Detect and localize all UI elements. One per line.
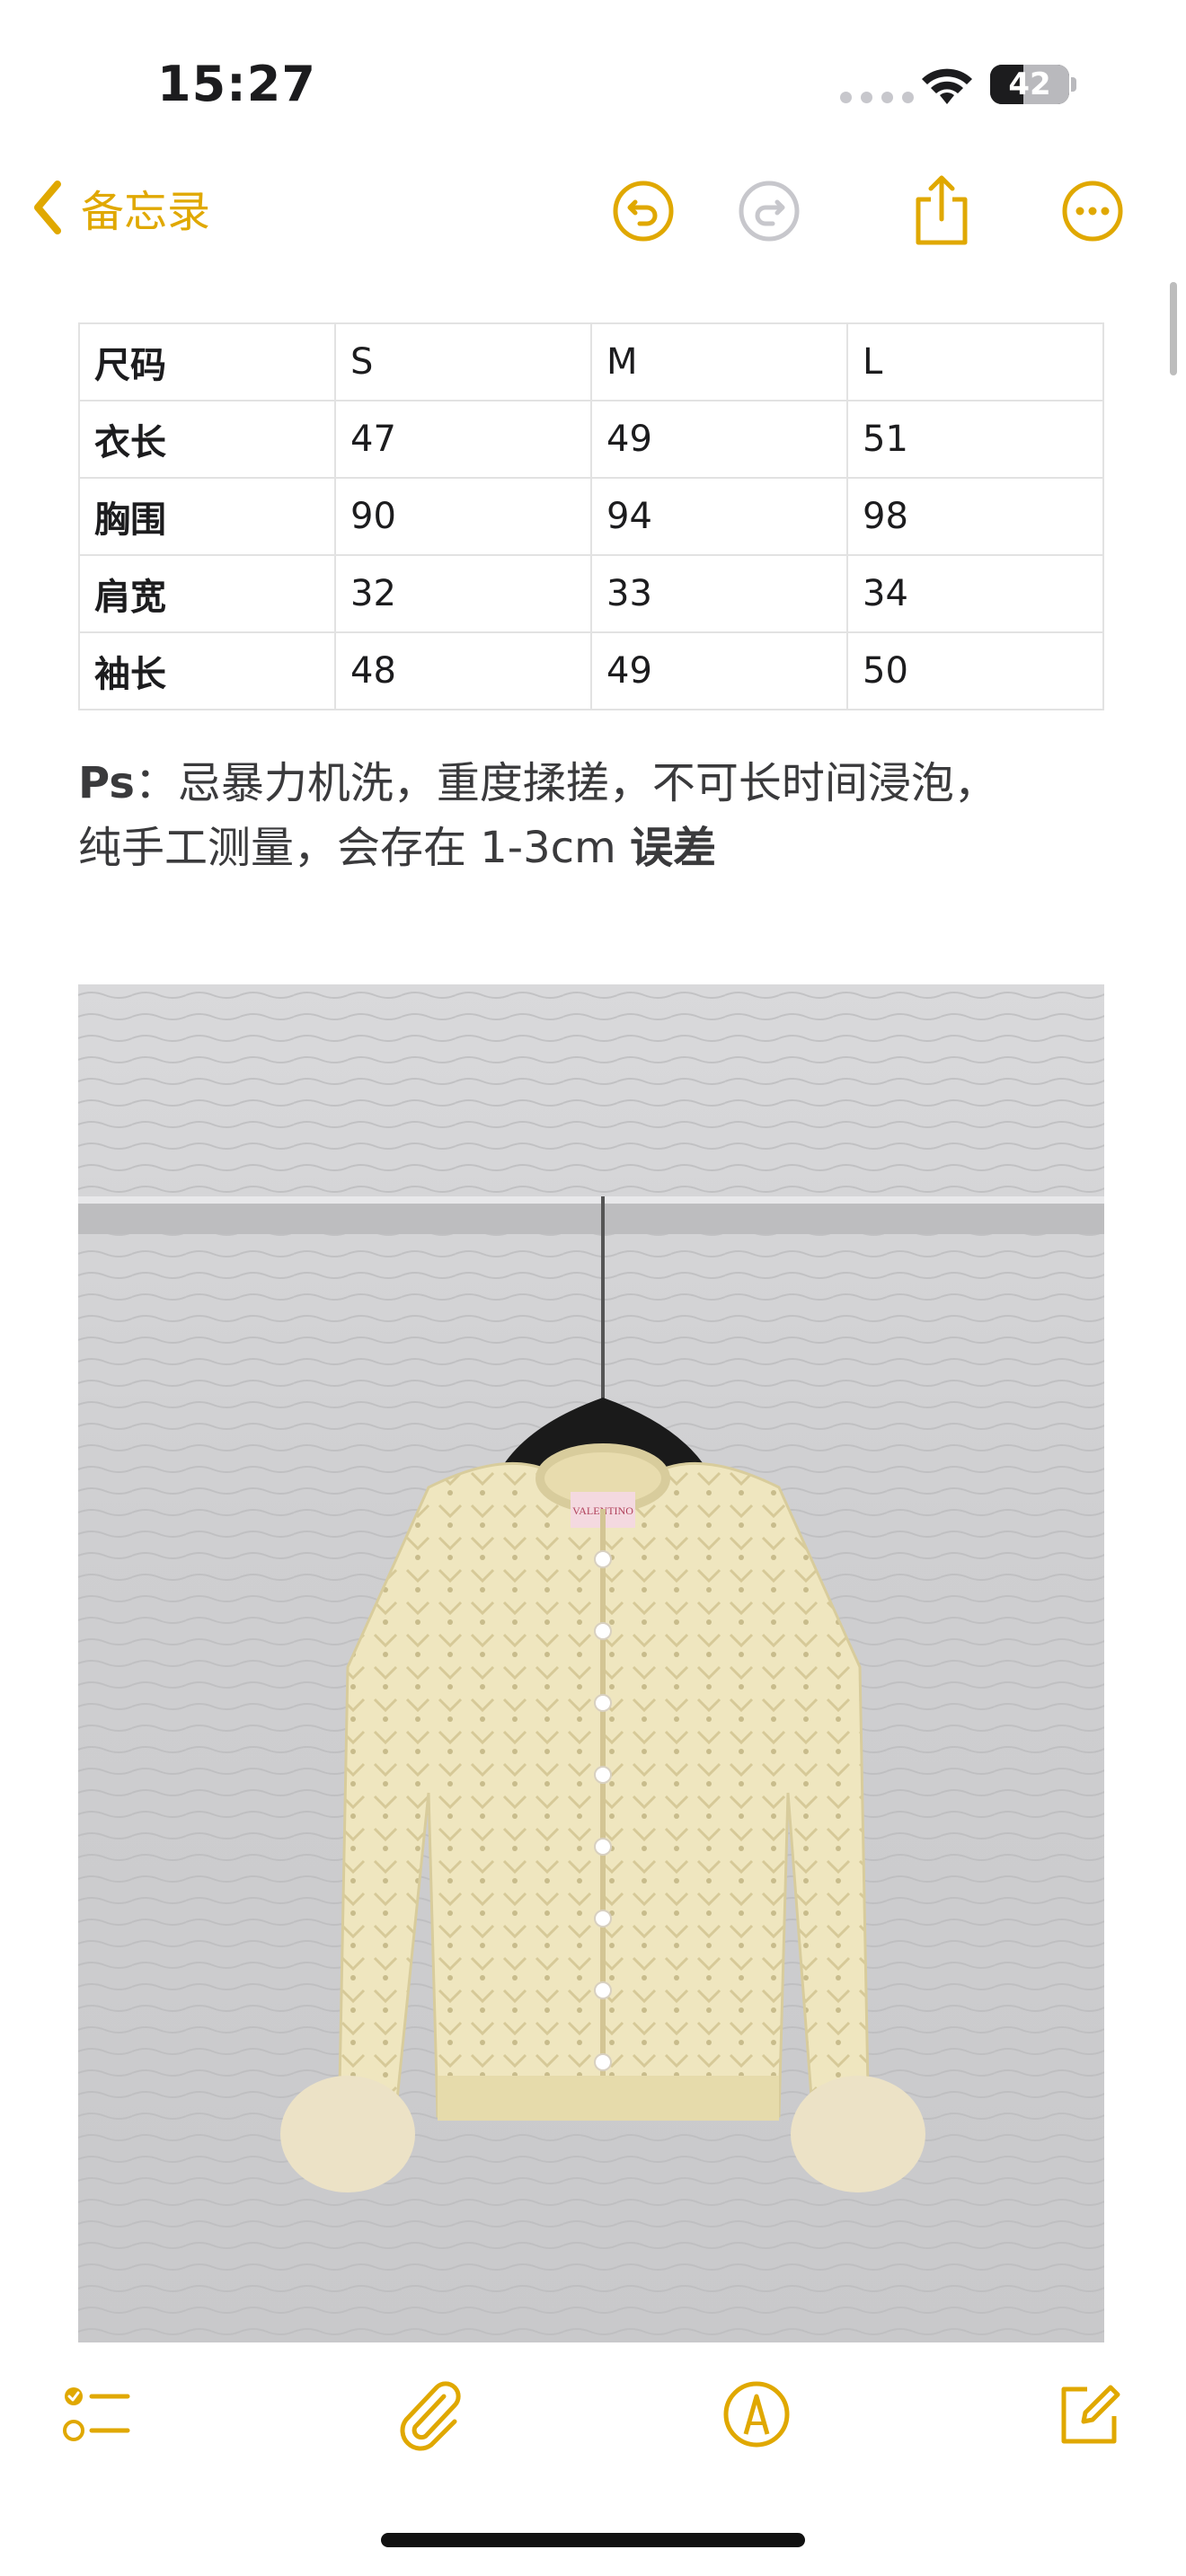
table-cell: 50 [846, 631, 1104, 710]
table-cell: 32 [334, 554, 592, 633]
table-cell: S [334, 322, 592, 401]
compose-icon[interactable] [1051, 2377, 1127, 2452]
table-row-header: 肩宽 [78, 554, 336, 633]
battery-nub [1071, 77, 1076, 92]
size-table: 尺码 S M L 衣长 47 49 51 胸围 90 94 98 肩宽 32 33 34 袖长 48 49 50 [78, 322, 1104, 710]
battery-icon: 42 [990, 65, 1069, 104]
table-cell: 47 [334, 400, 592, 479]
table-cell: 49 [590, 400, 848, 479]
undo-icon[interactable] [611, 179, 676, 243]
wifi-icon [922, 68, 972, 104]
table-cell: 94 [590, 477, 848, 556]
note-prefix: Ps [78, 758, 135, 808]
table-row-header: 尺码 [78, 322, 336, 401]
care-note: Ps：忌暴力机洗，重度揉搓，不可长时间浸泡， 纯手工测量，会存在 1-3cm 误… [78, 751, 1120, 880]
back-button[interactable]: 备忘录 [31, 176, 210, 239]
table-cell: 51 [846, 400, 1104, 479]
battery-percentage: 42 [1008, 66, 1051, 102]
table-cell: M [590, 322, 848, 401]
table-cell: 33 [590, 554, 848, 633]
table-cell: 49 [590, 631, 848, 710]
table-row-header: 衣长 [78, 400, 336, 479]
table-cell: 48 [334, 631, 592, 710]
table-row: 衣长 47 49 51 [78, 400, 1104, 479]
checklist-icon[interactable] [59, 2377, 135, 2452]
paperclip-icon[interactable] [392, 2377, 467, 2452]
table-row: 肩宽 32 33 34 [78, 554, 1104, 633]
markup-pen-icon[interactable] [719, 2377, 794, 2452]
cellular-signal-icon [840, 92, 914, 103]
status-time: 15:27 [157, 56, 316, 112]
table-cell: 90 [334, 477, 592, 556]
share-icon[interactable] [911, 172, 972, 248]
table-row: 袖长 48 49 50 [78, 631, 1104, 710]
more-icon[interactable] [1060, 179, 1125, 243]
scroll-indicator[interactable] [1170, 282, 1177, 375]
table-cell: L [846, 322, 1104, 401]
photo-illustration: VALENTINO [78, 984, 1104, 2342]
table-cell: 34 [846, 554, 1104, 633]
note-line-1: Ps：忌暴力机洗，重度揉搓，不可长时间浸泡， [78, 758, 997, 808]
table-row: 胸围 90 94 98 [78, 477, 1104, 556]
table-row-header: 胸围 [78, 477, 336, 556]
back-button-label: 备忘录 [81, 187, 211, 237]
table-cell: 98 [846, 477, 1104, 556]
table-row: 尺码 S M L [78, 322, 1104, 401]
chevron-left-icon [34, 181, 61, 234]
table-row-header: 袖长 [78, 631, 336, 710]
cardigan-photo[interactable]: VALENTINO [78, 984, 1104, 2342]
redo-icon[interactable] [737, 179, 801, 243]
note-line-2: 纯手工测量，会存在 1-3cm 误差 [78, 823, 717, 873]
home-indicator[interactable] [381, 2533, 805, 2547]
